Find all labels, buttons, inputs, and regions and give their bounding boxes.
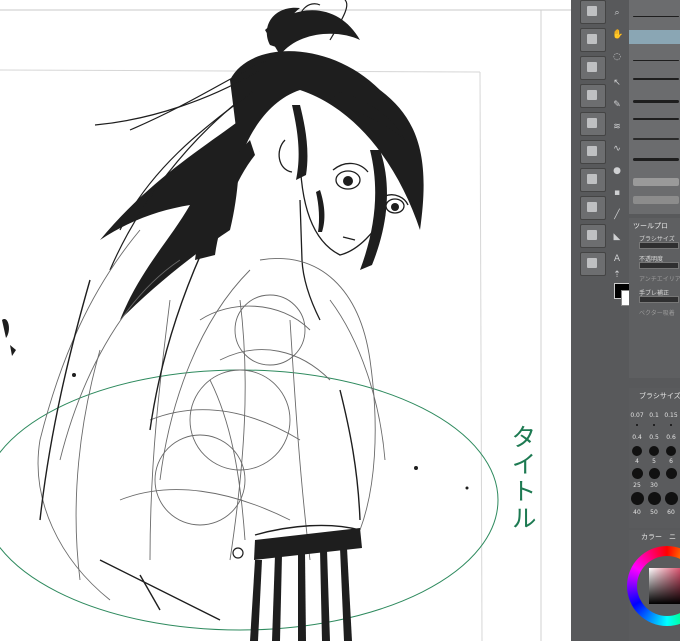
size-label[interactable]: 0.07 — [629, 412, 645, 419]
size-label[interactable]: 5 — [646, 458, 662, 465]
size-label[interactable]: 0.6 — [663, 434, 679, 441]
hand-icon[interactable]: ✋ — [612, 30, 623, 40]
tool-fill-button[interactable] — [580, 168, 606, 192]
magnifier-icon[interactable]: ⌕ — [612, 8, 622, 18]
brush-stroke-preview — [633, 100, 679, 103]
tool-gradient-button[interactable] — [580, 196, 606, 220]
zoom-icon — [587, 6, 597, 16]
tool-pen-button[interactable] — [580, 84, 606, 108]
brush-stroke-preview — [633, 196, 679, 204]
size-label[interactable]: 0.1 — [646, 412, 662, 419]
sketch-artwork — [0, 0, 571, 641]
color-panel-title: カラー — [641, 533, 662, 541]
bucket-icon[interactable]: ▪ — [612, 188, 622, 198]
ruler-icon[interactable]: ◣ — [612, 232, 622, 242]
size-dot[interactable] — [666, 468, 677, 479]
size-label[interactable]: 0.15 — [663, 412, 679, 419]
text-icon — [587, 258, 597, 268]
size-dot[interactable] — [649, 468, 660, 479]
right-panel: ⌕ ✋ ◌ ↖ ✎ ≋ ∿ ● ▪ ╱ ◣ A ⇡ ツールプロ ブラシサイズ 不… — [571, 0, 680, 641]
size-dot[interactable] — [632, 446, 642, 456]
perspective-guide-ellipse — [0, 369, 499, 631]
brush-stroke-preview — [633, 78, 679, 80]
brush-size-panel-title: ブラシサイズ — [639, 392, 680, 400]
vector-snap-label[interactable]: ベクター吸着 — [639, 308, 675, 317]
pen-icon — [587, 90, 597, 100]
size-dot[interactable] — [632, 468, 643, 479]
move-icon — [587, 34, 597, 44]
brush-icon — [587, 118, 597, 128]
figure-icon — [587, 230, 597, 240]
gradient-icon — [587, 202, 597, 212]
size-label[interactable]: 0.5 — [646, 434, 662, 441]
pencil-icon[interactable]: ✎ — [612, 100, 622, 110]
size-label[interactable]: 60 — [663, 509, 679, 516]
brush-preset-list[interactable] — [629, 0, 680, 214]
select-icon — [587, 62, 597, 72]
brush-stroke-preview — [633, 16, 679, 17]
tool-property-panel: ツールプロ ブラシサイズ 不透明度 アンチエイリアス 手ブレ補正 ベクター吸着 — [629, 218, 680, 378]
drop-icon[interactable]: ● — [612, 166, 622, 176]
handwritten-title-text: タイトル — [508, 424, 537, 532]
brush-stroke-preview — [633, 60, 679, 61]
size-label[interactable]: 30 — [646, 482, 662, 489]
size-label[interactable]: 4 — [629, 458, 645, 465]
brush-stroke-preview — [633, 138, 679, 140]
blend-icon[interactable]: ∿ — [612, 144, 622, 154]
tool-figure-button[interactable] — [580, 224, 606, 248]
airbrush-icon[interactable]: ≋ — [612, 122, 622, 132]
stabilization-slider[interactable] — [639, 296, 679, 303]
line-icon[interactable]: ╱ — [612, 210, 622, 220]
size-label[interactable]: 40 — [629, 509, 645, 516]
size-dot[interactable] — [631, 492, 644, 505]
selected-brush-row[interactable] — [629, 30, 680, 44]
size-label[interactable]: 6 — [663, 458, 679, 465]
size-label[interactable]: 0.4 — [629, 434, 645, 441]
brush-size-panel: ブラシサイズ 0.07 0.1 0.15 0.4 0.5 0.6 4 5 6 2… — [629, 388, 680, 528]
size-dot[interactable] — [670, 424, 672, 426]
opacity-slider[interactable] — [639, 262, 679, 269]
size-dot[interactable] — [665, 492, 678, 505]
tool-zoom-button[interactable] — [580, 0, 606, 24]
size-dot[interactable] — [666, 446, 676, 456]
tool-select-button[interactable] — [580, 56, 606, 80]
color-wheel[interactable] — [627, 546, 680, 626]
size-label[interactable]: 25 — [629, 482, 645, 489]
tool-text-button[interactable] — [580, 252, 606, 276]
brush-stroke-preview — [633, 178, 679, 186]
tool-move-button[interactable] — [580, 28, 606, 52]
tool-brush-button[interactable] — [580, 112, 606, 136]
size-label[interactable]: 50 — [646, 509, 662, 516]
drawing-canvas[interactable]: タイトル — [0, 0, 571, 641]
tool-eraser-button[interactable] — [580, 140, 606, 164]
color-panel-short-label: ニ — [669, 533, 676, 541]
brush-stroke-preview — [633, 158, 679, 161]
saturation-square[interactable] — [649, 568, 680, 604]
size-dot[interactable] — [648, 492, 661, 505]
brush-stroke-preview — [633, 118, 679, 120]
eraser-icon — [587, 146, 597, 156]
antialias-label: アンチエイリアス — [639, 276, 680, 283]
fill-icon — [587, 174, 597, 184]
tool-property-title: ツールプロ — [633, 222, 668, 230]
size-dot[interactable] — [649, 446, 659, 456]
size-dot[interactable] — [653, 424, 655, 426]
brush-size-slider[interactable] — [639, 242, 679, 249]
pin-icon[interactable]: ⇡ — [612, 270, 622, 280]
cursor-icon[interactable]: ↖ — [612, 78, 622, 88]
lasso-icon[interactable]: ◌ — [612, 52, 622, 62]
letter-a-icon[interactable]: A — [612, 254, 622, 264]
handwritten-title-note: タイトル — [508, 424, 537, 532]
color-wheel-panel: カラー ニ — [627, 530, 680, 641]
size-dot[interactable] — [636, 424, 638, 426]
